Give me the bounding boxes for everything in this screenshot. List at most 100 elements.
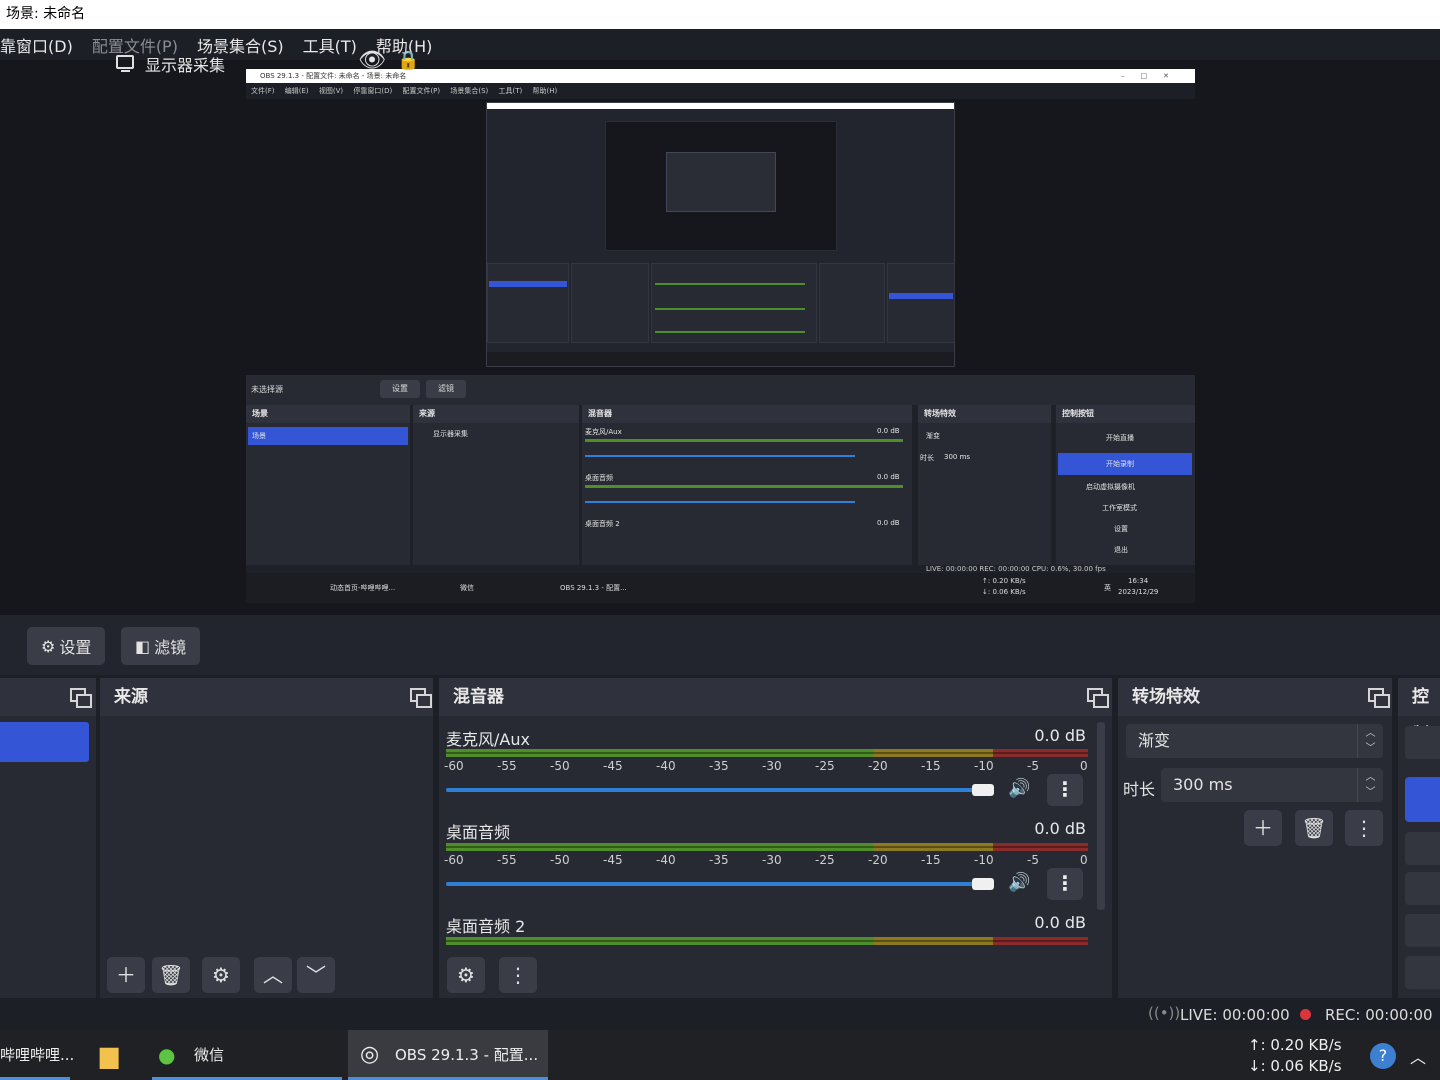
pv-menu-item: 帮助(H) [532, 87, 558, 95]
obs-icon: ◎ [360, 1042, 380, 1067]
volume-slider[interactable] [446, 882, 982, 886]
add-transition-button[interactable]: ＋ [1244, 810, 1282, 846]
nested-meter [655, 308, 805, 310]
transition-select[interactable]: 渐变 ︿ ﹀ [1126, 724, 1383, 758]
nested-scene-selected [489, 281, 567, 287]
pv-transitions-title: 转场特效 [918, 405, 1051, 423]
duration-spinbox[interactable]: 300 ms ︿ ﹀ [1161, 768, 1383, 802]
meter-tick-label: -25 [815, 853, 835, 867]
pv-task-wechat: 微信 [460, 584, 474, 592]
undock-icon[interactable] [1368, 688, 1390, 708]
record-button[interactable] [1405, 777, 1440, 822]
net-down: ↓: 0.06 KB/s [1248, 1057, 1342, 1075]
chevron-up-icon[interactable]: ︿ [1410, 1044, 1426, 1068]
pv-vcam: 启动虚拟摄像机 [1086, 483, 1135, 491]
control-button[interactable] [1405, 832, 1440, 865]
channel-menu-button[interactable]: ⋮ [1047, 868, 1083, 900]
pv-scene-item: 场景 [248, 427, 408, 445]
settings-button[interactable]: ⚙ 设置 [27, 627, 106, 665]
pv-start-stream: 开始直播 [1106, 434, 1134, 442]
pv-ch1-db: 0.0 dB [877, 427, 900, 435]
meter-tick-label: -60 [444, 853, 464, 867]
channel-menu-button[interactable]: ⋮ [1047, 774, 1083, 806]
meter-tick-label: -30 [762, 759, 782, 773]
pv-settings: 设置 [1114, 525, 1128, 533]
pv-net-up: ↑: 0.20 KB/s [982, 577, 1026, 585]
volume-slider-handle[interactable] [972, 878, 994, 890]
monitor-icon [116, 55, 134, 72]
scene-item-selected[interactable] [0, 722, 89, 762]
filters-button[interactable]: ◧ 滤镜 [121, 627, 201, 665]
remove-transition-button[interactable]: 🗑 [1295, 810, 1333, 846]
pv-studio: 工作室模式 [1102, 504, 1137, 512]
pv-scenes-dock: 场景 场景 [246, 405, 410, 565]
duration-value: 300 ms [1173, 775, 1233, 794]
add-source-button[interactable]: ＋ [107, 957, 145, 993]
undock-icon[interactable] [1087, 688, 1109, 708]
meter-tick-label: -15 [921, 759, 941, 773]
transition-menu-button[interactable]: ⋮ [1345, 810, 1383, 846]
pv-menu-item: 场景集合(S) [450, 87, 489, 95]
speaker-icon[interactable]: 🔊 [1008, 872, 1030, 893]
control-button[interactable] [1405, 914, 1440, 947]
volume-slider[interactable] [446, 788, 982, 792]
channel-db: 0.0 dB [1034, 726, 1086, 745]
speaker-icon[interactable]: 🔊 [1008, 778, 1030, 799]
meter-tick-label: -30 [762, 853, 782, 867]
pv-controls-dock: 控制按钮 开始直播 开始录制 启动虚拟摄像机 工作室模式 设置 退出 [1056, 405, 1195, 565]
nested-dock [571, 263, 649, 343]
meter-tick-label: -45 [603, 759, 623, 773]
status-bar: ((•)) LIVE: 00:00:00 REC: 00:00:00 [0, 998, 1440, 1030]
undock-icon[interactable] [410, 688, 432, 708]
nested-meter [655, 283, 805, 285]
nested-meter [655, 331, 805, 333]
taskbar: 哔哩哔哩... ▆ ● 微信 ◎ OBS 29.1.3 - 配置... ↑: 0… [0, 1030, 1440, 1080]
control-button[interactable] [1405, 726, 1440, 759]
channel-name: 桌面音频 2 [446, 917, 526, 936]
lock-icon[interactable]: 🔒 [397, 50, 419, 71]
transitions-dock-title: 转场特效 [1118, 678, 1392, 716]
folder-icon[interactable]: ▆ [100, 1030, 118, 1080]
move-up-button[interactable]: ︿ [254, 957, 292, 993]
control-button[interactable] [1405, 956, 1440, 989]
channel-name: 桌面音频 [446, 823, 511, 842]
pv-date: 2023/12/29 [1118, 588, 1159, 596]
nested-dock [487, 263, 569, 343]
wechat-icon: ● [158, 1043, 176, 1067]
meter-tick-label: -15 [921, 853, 941, 867]
nested-titlebar [487, 103, 954, 109]
pv-ch3: 桌面音频 2 [585, 520, 620, 528]
source-item[interactable]: 显示器采集 👁 🔒 [114, 48, 424, 76]
undock-icon[interactable] [70, 688, 92, 708]
preview-canvas[interactable]: OBS 29.1.3 - 配置文件: 未命名 - 场景: 未命名 –□✕ 文件(… [246, 69, 1195, 603]
task-bilibili[interactable]: 哔哩哔哩... [0, 1030, 74, 1080]
nested-screen [666, 152, 776, 212]
kebab-icon: ⋮ [1354, 816, 1374, 840]
meter-tick-label: -45 [603, 853, 623, 867]
volume-slider-handle[interactable] [972, 784, 994, 796]
move-down-button[interactable]: ﹀ [297, 957, 335, 993]
scenes-dock [0, 678, 96, 998]
task-wechat[interactable]: 微信 [194, 1030, 224, 1080]
channel-db: 0.0 dB [1034, 913, 1086, 932]
pv-menu-item: 编辑(E) [284, 87, 309, 95]
mixer-scrollbar[interactable] [1097, 722, 1105, 910]
pv-slider [585, 455, 855, 457]
preview-scene-info: 未选择源 设置 滤镜 [246, 375, 1195, 405]
remove-source-button[interactable]: 🗑 [152, 957, 190, 993]
spin-arrows-icon: ︿ ﹀ [1357, 768, 1383, 802]
eye-icon[interactable]: 👁 [358, 48, 386, 73]
pv-mixer-title: 混音器 [582, 405, 912, 423]
pv-transitions-dock: 转场特效 渐变 时长 300 ms [918, 405, 1051, 565]
pv-start-rec: 开始录制 [1106, 460, 1134, 468]
pv-ch2: 桌面音频 [585, 474, 613, 482]
mixer-menu-button[interactable]: ⋮ [499, 957, 537, 993]
source-properties-button[interactable]: ⚙ [202, 957, 240, 993]
advanced-audio-button[interactable]: ⚙ [447, 957, 485, 993]
help-icon[interactable]: ? [1370, 1043, 1396, 1069]
kebab-icon: ⋮ [508, 963, 528, 987]
menu-docks[interactable]: 靠窗口(D) [0, 33, 73, 57]
task-obs[interactable]: OBS 29.1.3 - 配置... [395, 1030, 538, 1080]
control-button[interactable] [1405, 872, 1440, 905]
meter-tick-label: -50 [550, 853, 570, 867]
